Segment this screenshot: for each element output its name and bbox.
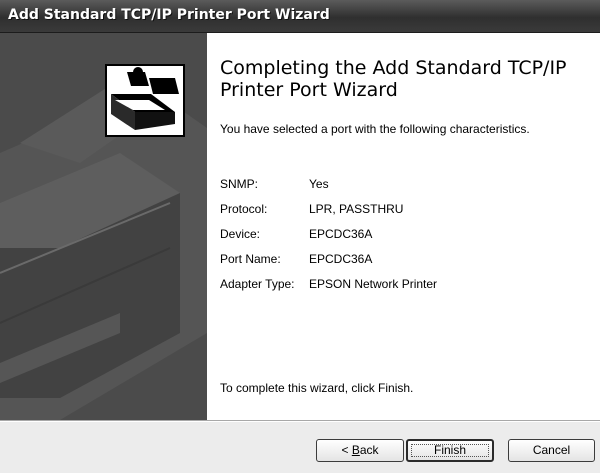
property-value: LPR, PASSTHRU — [309, 202, 404, 216]
back-button-label: ack — [359, 443, 379, 457]
property-label: Device: — [220, 227, 261, 241]
cancel-button-label: Cancel — [532, 443, 571, 457]
finish-button-label: Finish — [433, 443, 466, 457]
button-bar: < Back Finish Cancel — [0, 422, 600, 473]
cancel-button[interactable]: Cancel — [508, 439, 595, 462]
finish-instruction: To complete this wizard, click Finish. — [220, 381, 414, 395]
property-label: Adapter Type: — [220, 277, 295, 291]
intro-text: You have selected a port with the follow… — [220, 122, 530, 136]
property-value: EPSON Network Printer — [309, 277, 438, 291]
title-bar[interactable]: Add Standard TCP/IP Printer Port Wizard — [0, 0, 600, 33]
property-value: EPCDC36A — [309, 252, 373, 266]
property-label: Port Name: — [220, 252, 281, 266]
wizard-heading: Completing the Add Standard TCP/IP Print… — [220, 57, 567, 101]
property-label: SNMP: — [220, 177, 259, 191]
back-button-accelerator: B — [351, 443, 360, 457]
wizard-content: Completing the Add Standard TCP/IP Print… — [207, 33, 600, 420]
property-value: Yes — [309, 177, 329, 191]
printer-wizard-icon — [105, 64, 185, 137]
property-label: Protocol: — [220, 202, 268, 216]
window-title: Add Standard TCP/IP Printer Port Wizard — [8, 7, 330, 23]
finish-button[interactable]: Finish — [406, 439, 494, 462]
back-button-prefix: < — [341, 443, 352, 457]
property-value: EPCDC36A — [309, 227, 373, 241]
wizard-window: Add Standard TCP/IP Printer Port Wizard — [0, 0, 600, 473]
wizard-side-panel — [0, 33, 207, 420]
back-button[interactable]: < Back — [316, 439, 404, 462]
